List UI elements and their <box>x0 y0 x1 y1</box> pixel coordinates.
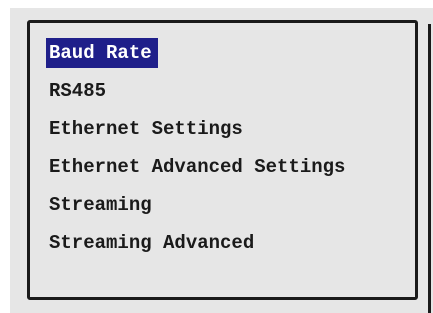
menu-item-ethernet-settings[interactable]: Ethernet Settings <box>46 114 351 152</box>
menu-item-streaming[interactable]: Streaming <box>46 190 351 228</box>
menu-item-baud-rate[interactable]: Baud Rate <box>46 38 351 76</box>
menu-item-label: Baud Rate <box>46 38 158 68</box>
settings-menu-list: Baud Rate RS485 Ethernet Settings Ethern… <box>46 38 351 266</box>
menu-item-label: Streaming <box>49 194 152 216</box>
menu-item-rs485[interactable]: RS485 <box>46 76 351 114</box>
menu-item-label: RS485 <box>49 80 107 102</box>
menu-item-streaming-advanced[interactable]: Streaming Advanced <box>46 228 351 266</box>
screen-edge <box>428 24 431 313</box>
settings-menu-panel: Baud Rate RS485 Ethernet Settings Ethern… <box>27 20 418 300</box>
menu-item-label: Ethernet Settings <box>49 118 243 140</box>
menu-item-label: Streaming Advanced <box>49 232 255 254</box>
menu-item-ethernet-advanced-settings[interactable]: Ethernet Advanced Settings <box>46 152 351 190</box>
menu-item-label: Ethernet Advanced Settings <box>49 156 346 178</box>
